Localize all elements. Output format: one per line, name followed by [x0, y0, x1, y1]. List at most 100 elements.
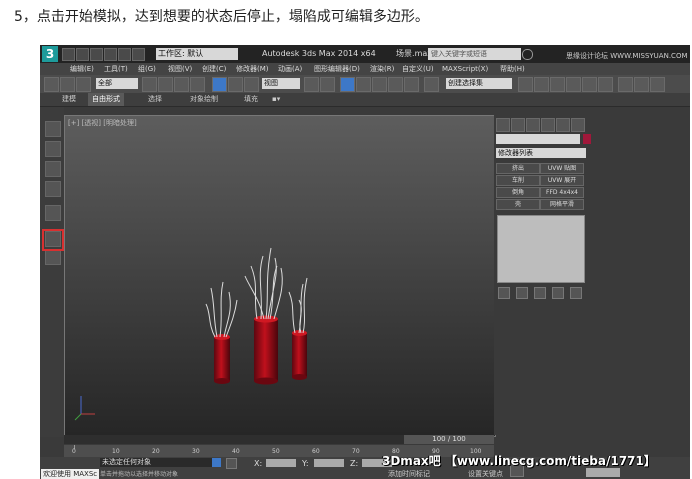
- uvw-map-button[interactable]: UVW 贴图: [540, 163, 584, 174]
- workspace-dropdown[interactable]: 工作区: 默认: [156, 48, 238, 60]
- select-by-name-icon[interactable]: [158, 77, 173, 92]
- cloth-icon[interactable]: [45, 161, 61, 177]
- rectangular-selection-icon[interactable]: [174, 77, 189, 92]
- remove-modifier-icon[interactable]: [552, 287, 564, 299]
- menu-rendering[interactable]: 渲染(R): [370, 63, 394, 75]
- unlink-icon[interactable]: [60, 77, 75, 92]
- x-coord-field[interactable]: [266, 459, 296, 467]
- select-object-icon[interactable]: [142, 77, 157, 92]
- window-crossing-icon[interactable]: [190, 77, 205, 92]
- select-rotate-icon[interactable]: [228, 77, 243, 92]
- select-manipulate-icon[interactable]: [320, 77, 335, 92]
- modify-tab-icon[interactable]: [511, 118, 525, 132]
- make-unique-icon[interactable]: [534, 287, 546, 299]
- utilities-tab-icon[interactable]: [571, 118, 585, 132]
- select-scale-icon[interactable]: [244, 77, 259, 92]
- brush-icon[interactable]: [45, 181, 61, 197]
- create-tab-icon[interactable]: [496, 118, 510, 132]
- menu-graph-editors[interactable]: 图形编辑器(D): [314, 63, 360, 75]
- link-icon[interactable]: [44, 77, 59, 92]
- curve-editor-icon[interactable]: [566, 77, 581, 92]
- ribbon-options-icon[interactable]: ▪▾: [268, 93, 284, 106]
- bind-space-warp-icon[interactable]: [76, 77, 91, 92]
- pivot-center-icon[interactable]: [304, 77, 319, 92]
- menu-modifiers[interactable]: 修改器(M): [236, 63, 269, 75]
- hierarchy-tab-icon[interactable]: [526, 118, 540, 132]
- menu-tools[interactable]: 工具(T): [104, 63, 128, 75]
- tab-selection[interactable]: 选择: [144, 93, 166, 106]
- named-selection-dropdown[interactable]: 创建选择集: [446, 78, 512, 89]
- angle-snap-icon[interactable]: [356, 77, 371, 92]
- object-color-swatch[interactable]: [583, 134, 591, 144]
- save-file-icon[interactable]: [90, 48, 103, 61]
- align-icon[interactable]: [518, 77, 533, 92]
- schematic-view-icon[interactable]: [582, 77, 597, 92]
- meshsmooth-button[interactable]: 网格平滑: [540, 199, 584, 210]
- menu-edit[interactable]: 编辑(E): [70, 63, 94, 75]
- display-tab-icon[interactable]: [556, 118, 570, 132]
- selection-filter-dropdown[interactable]: 全部: [96, 78, 138, 89]
- app-logo-icon[interactable]: 3: [42, 46, 58, 62]
- configure-sets-icon[interactable]: [570, 287, 582, 299]
- edit-named-selection-icon[interactable]: [404, 77, 419, 92]
- new-file-icon[interactable]: [62, 48, 75, 61]
- time-slider[interactable]: 100 / 100: [64, 435, 494, 444]
- undo-icon[interactable]: [104, 48, 117, 61]
- motion-tab-icon[interactable]: [541, 118, 555, 132]
- render-setup-icon[interactable]: [618, 77, 633, 92]
- lathe-button[interactable]: 车削: [496, 175, 540, 186]
- material-editor-icon[interactable]: [598, 77, 613, 92]
- spinner-snap-icon[interactable]: [388, 77, 403, 92]
- maxscript-listener[interactable]: 欢迎使用 MAXSc: [41, 469, 99, 479]
- percent-snap-icon[interactable]: [372, 77, 387, 92]
- paint-icon[interactable]: [45, 141, 61, 157]
- shell-button[interactable]: 壳: [496, 199, 540, 210]
- tab-freeform[interactable]: 自由形式: [88, 93, 124, 106]
- y-coord-field[interactable]: [314, 459, 344, 467]
- ffd-button[interactable]: FFD 4x4x4: [540, 187, 584, 198]
- menu-group[interactable]: 组(G): [138, 63, 156, 75]
- menu-animation[interactable]: 动画(A): [278, 63, 302, 75]
- object-name-field[interactable]: [496, 134, 580, 144]
- menu-help[interactable]: 帮助(H): [500, 63, 525, 75]
- pin-stack-icon[interactable]: [498, 287, 510, 299]
- tab-modeling[interactable]: 建模: [58, 93, 80, 106]
- modifier-list-dropdown[interactable]: 修改器列表: [496, 148, 586, 158]
- layer-manager-icon[interactable]: [534, 77, 549, 92]
- rendered-frame-window-icon[interactable]: [634, 77, 649, 92]
- simulation-settings-icon[interactable]: [45, 205, 61, 221]
- left-cylinder[interactable]: [214, 334, 230, 384]
- menu-customize[interactable]: 自定义(U): [402, 63, 434, 75]
- project-folder-icon[interactable]: [132, 48, 145, 61]
- snaps-toggle-icon[interactable]: [340, 77, 355, 92]
- viewport-layout-icon[interactable]: [45, 121, 61, 137]
- menu-maxscript[interactable]: MAXScript(X): [442, 63, 488, 75]
- ribbon-toggle-icon[interactable]: [550, 77, 565, 92]
- add-time-tag[interactable]: 添加时间标记: [388, 469, 430, 479]
- render-production-icon[interactable]: [650, 77, 665, 92]
- reference-coordinate-dropdown[interactable]: 视图: [262, 78, 300, 89]
- menu-create[interactable]: 创建(C): [202, 63, 226, 75]
- search-icon[interactable]: [522, 49, 533, 60]
- tab-object-paint[interactable]: 对象绘制: [186, 93, 222, 106]
- tab-populate[interactable]: 填充: [240, 93, 262, 106]
- bevel-button[interactable]: 倒角: [496, 187, 540, 198]
- modifier-stack[interactable]: [497, 215, 585, 283]
- show-end-result-icon[interactable]: [516, 287, 528, 299]
- simulation-frame-icon[interactable]: [45, 249, 61, 265]
- set-key-label[interactable]: 设置关键点: [468, 469, 503, 479]
- menu-views[interactable]: 视图(V): [168, 63, 192, 75]
- center-cylinder[interactable]: [254, 315, 278, 385]
- lock-selection-icon[interactable]: [226, 458, 237, 469]
- isolate-selection-icon[interactable]: [212, 458, 221, 467]
- right-cylinder[interactable]: [292, 330, 307, 380]
- redo-icon[interactable]: [118, 48, 131, 61]
- select-move-icon[interactable]: [212, 77, 227, 92]
- search-input[interactable]: 键入关键字或短语: [428, 48, 521, 60]
- time-slider-thumb[interactable]: 100 / 100: [404, 435, 494, 444]
- perspective-viewport[interactable]: [+] [透视] [明暗处理]: [64, 115, 496, 437]
- frame-field[interactable]: [586, 468, 620, 477]
- uvw-unwrap-button[interactable]: UVW 展开: [540, 175, 584, 186]
- open-file-icon[interactable]: [76, 48, 89, 61]
- mirror-icon[interactable]: [424, 77, 439, 92]
